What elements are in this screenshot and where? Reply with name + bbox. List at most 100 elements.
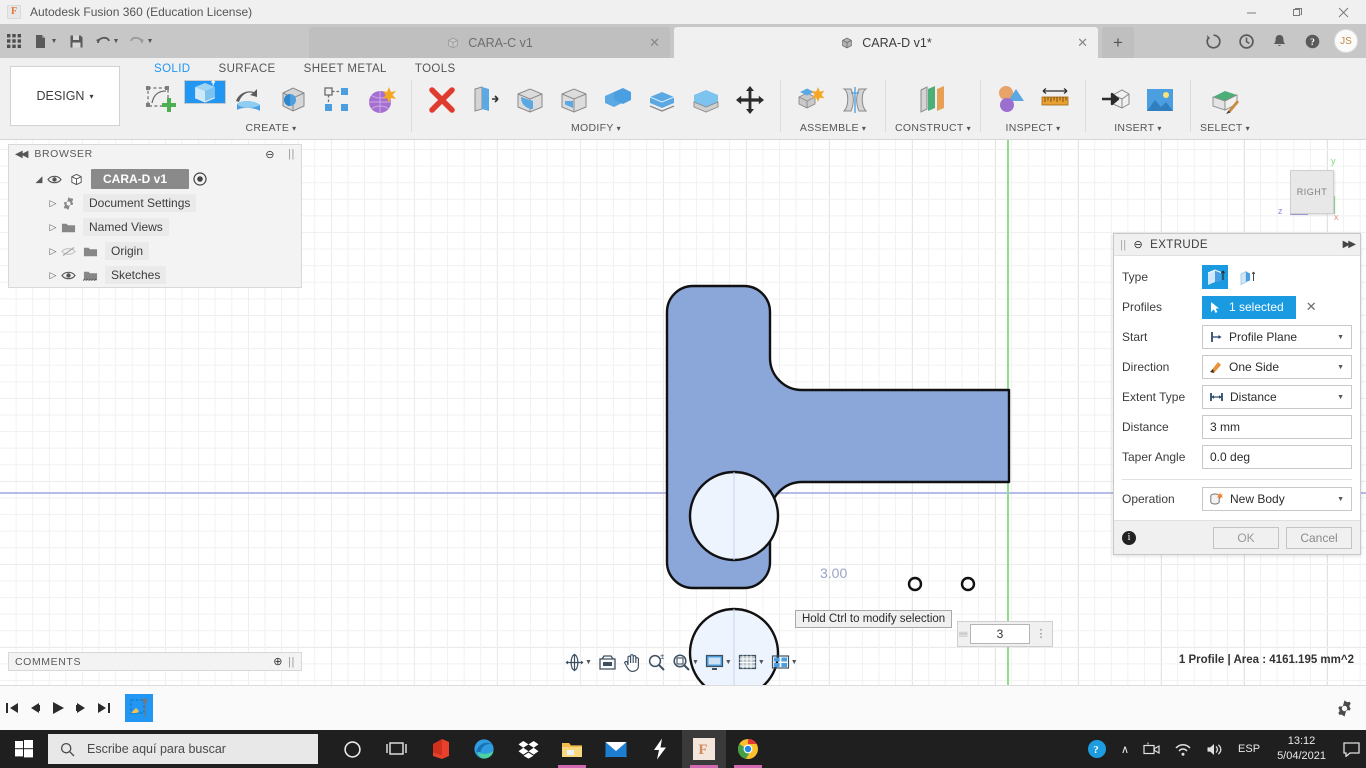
dropbox-icon[interactable] [506, 730, 550, 768]
office-icon[interactable] [418, 730, 462, 768]
show-hidden-icons-chevron[interactable]: ∧ [1114, 730, 1136, 768]
press-pull-icon[interactable] [421, 80, 463, 120]
cortana-icon[interactable] [330, 730, 374, 768]
split-body-icon[interactable] [685, 80, 727, 120]
tree-node-sketches[interactable]: ▷ Sketches [45, 263, 301, 287]
sweep-icon[interactable] [272, 80, 314, 120]
display-settings-icon[interactable]: ▼ [702, 648, 735, 676]
measure-icon[interactable] [1034, 80, 1076, 120]
tree-node-cara-d[interactable]: ◢ CARA-D v1 [31, 167, 301, 191]
select-icon[interactable] [1204, 80, 1246, 120]
help-icon[interactable]: ? [1296, 24, 1329, 58]
notification-bell-icon[interactable] [1263, 24, 1296, 58]
distance-input[interactable] [970, 624, 1030, 644]
comments-panel[interactable]: COMMENTS ⊕ || [8, 652, 302, 671]
taper-angle-field[interactable]: 0.0 deg [1202, 445, 1352, 469]
save-icon[interactable] [62, 24, 90, 58]
chevron-down-icon[interactable]: ▼ [1337, 334, 1344, 341]
view-cube[interactable]: y z x RIGHT [1272, 152, 1352, 222]
viewports-icon[interactable]: ▼ [768, 648, 801, 676]
get-help-icon[interactable]: ? [1080, 730, 1114, 768]
new-document-icon[interactable]: ▼ [28, 24, 62, 58]
new-sketch-icon[interactable] [140, 80, 182, 120]
expand-twisty-icon[interactable]: ▷ [45, 198, 61, 209]
panel-inspect-label[interactable]: INSPECT ▾ [1005, 122, 1060, 134]
pattern-icon[interactable] [316, 80, 358, 120]
new-component-icon[interactable] [790, 80, 832, 120]
tab-tools[interactable]: TOOLS [401, 59, 470, 78]
chevron-down-icon[interactable]: ▼ [758, 659, 765, 666]
language-indicator[interactable]: ESP [1231, 730, 1267, 768]
avatar[interactable]: JS [1334, 29, 1358, 53]
info-icon[interactable]: i [1122, 530, 1136, 545]
view-cube-face-right[interactable]: RIGHT [1290, 170, 1334, 214]
expand-dialog-icon[interactable]: ▶▶ [1343, 239, 1356, 250]
grid-apps-icon[interactable] [0, 24, 28, 58]
expand-twisty-icon[interactable]: ◢ [31, 174, 47, 185]
camera-icon[interactable] [1136, 730, 1167, 768]
grid-snaps-icon[interactable]: ▼ [735, 648, 768, 676]
move-copy-icon[interactable] [729, 80, 771, 120]
volume-icon[interactable] [1199, 730, 1231, 768]
panel-modify-label[interactable]: MODIFY ▾ [571, 122, 621, 134]
pan-extents-icon[interactable] [595, 648, 620, 676]
redo-icon[interactable]: ▼ [124, 24, 158, 58]
joint-icon[interactable] [834, 80, 876, 120]
ok-button[interactable]: OK [1213, 526, 1279, 549]
panel-create-label[interactable]: CREATE ▾ [246, 122, 297, 134]
insert-derive-icon[interactable] [1095, 80, 1137, 120]
chevron-down-icon[interactable]: ▼ [725, 659, 732, 666]
go-to-beginning-icon[interactable] [0, 686, 23, 731]
orbit-icon[interactable]: ▼ [562, 648, 595, 676]
edge-icon[interactable] [462, 730, 506, 768]
combine-icon[interactable] [597, 80, 639, 120]
wifi-icon[interactable] [1167, 730, 1199, 768]
maximize-button[interactable] [1274, 0, 1320, 24]
panel-insert-label[interactable]: INSERT ▾ [1114, 122, 1161, 134]
taskbar-clock[interactable]: 13:12 5/04/2021 [1267, 734, 1336, 764]
shell-icon[interactable] [509, 80, 551, 120]
fusion360-icon[interactable]: F [682, 730, 726, 768]
expand-twisty-icon[interactable]: ▷ [45, 222, 61, 233]
hidden-eye-icon[interactable] [61, 246, 83, 257]
chevron-down-icon[interactable]: ▼ [692, 659, 699, 666]
document-tab-cara-c[interactable]: CARA-C v1 ✕ [309, 27, 670, 58]
task-view-icon[interactable] [374, 730, 418, 768]
add-comment-icon[interactable]: ⊕ [273, 655, 283, 668]
drag-grip-icon[interactable]: |||| [958, 622, 970, 646]
shareit-icon[interactable] [638, 730, 682, 768]
collapse-left-icon[interactable]: ◀◀ [15, 149, 28, 160]
play-icon[interactable] [46, 686, 69, 731]
fillet-icon[interactable] [465, 80, 507, 120]
timeline-feature-sketch[interactable] [125, 694, 153, 722]
chrome-icon[interactable] [726, 730, 770, 768]
document-tab-cara-d[interactable]: CARA-D v1* ✕ [674, 27, 1098, 58]
close-button[interactable] [1320, 0, 1366, 24]
tab-sheet-metal[interactable]: SHEET METAL [290, 59, 401, 78]
undo-icon[interactable]: ▼ [90, 24, 124, 58]
chevron-down-icon[interactable]: ▼ [1337, 364, 1344, 371]
tab-close-icon[interactable]: ✕ [1077, 36, 1088, 49]
extent-type-dropdown[interactable]: Distance ▼ [1202, 385, 1352, 409]
recent-activity-icon[interactable] [1230, 24, 1263, 58]
revolve-icon[interactable] [228, 80, 270, 120]
chevron-down-icon[interactable]: ▼ [585, 659, 592, 666]
step-forward-icon[interactable] [69, 686, 92, 731]
tree-node-origin[interactable]: ▷ Origin [45, 239, 301, 263]
dialog-grip-icon[interactable]: || [1120, 239, 1127, 251]
expand-twisty-icon[interactable]: ▷ [45, 246, 61, 257]
operation-dropdown[interactable]: New Body ▼ [1202, 487, 1352, 511]
decal-icon[interactable] [1139, 80, 1181, 120]
manipulator-options-icon[interactable]: ⋮ [1030, 628, 1052, 639]
panel-select-label[interactable]: SELECT ▾ [1200, 122, 1250, 134]
settings-gear-icon[interactable] [1335, 699, 1354, 718]
create-form-icon[interactable] [360, 80, 402, 120]
visible-eye-icon[interactable] [47, 174, 69, 185]
zoom-icon[interactable]: ± [644, 648, 669, 676]
job-status-icon[interactable] [1197, 24, 1230, 58]
minimize-panel-icon[interactable]: ⊖ [265, 148, 275, 161]
panel-grip-icon[interactable]: || [288, 148, 295, 160]
profiles-selection-chip[interactable]: 1 selected [1202, 295, 1296, 319]
tree-node-named-views[interactable]: ▷ Named Views [45, 215, 301, 239]
activate-component-icon[interactable] [193, 172, 207, 186]
